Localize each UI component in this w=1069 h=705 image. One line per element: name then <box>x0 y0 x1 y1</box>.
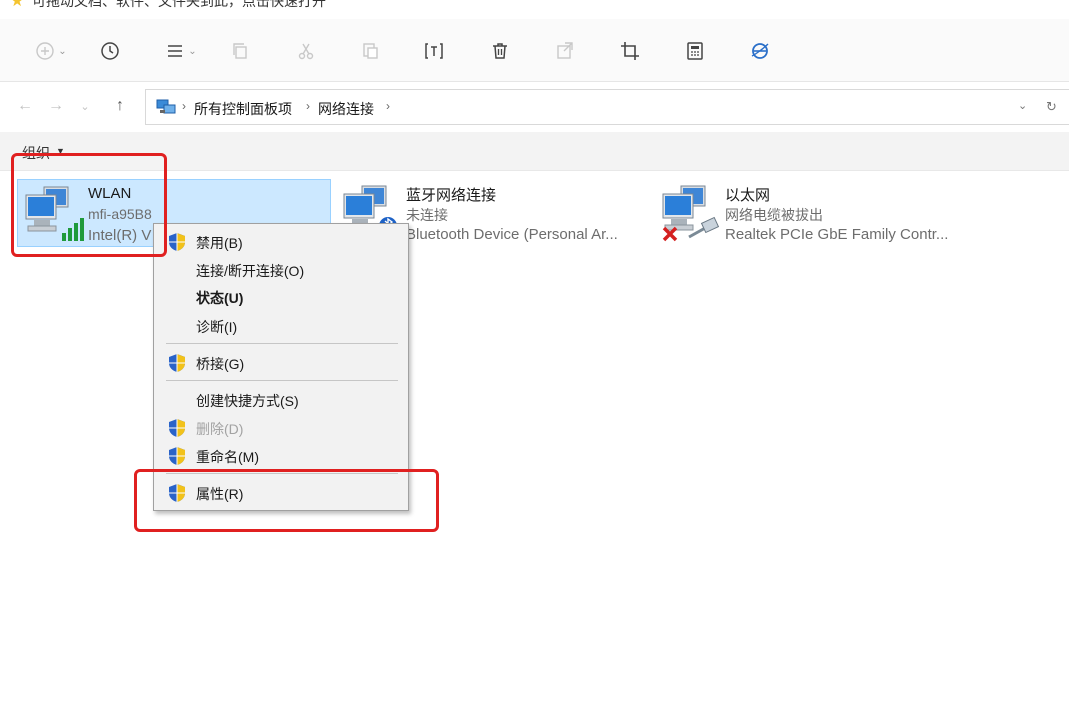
forward-icon[interactable]: → <box>45 95 67 117</box>
add-icon[interactable]: ⌄ <box>30 35 72 67</box>
breadcrumb-separator: › <box>386 99 390 113</box>
copy-icon[interactable] <box>224 35 256 67</box>
context-menu: 禁用(B) 连接/断开连接(O) 状态(U) 诊断(I) 桥接(G) 创建快捷方… <box>153 223 409 511</box>
quick-open-hint: ★ 可拖动文档、软件、文件夹到此，点击快速打开 <box>0 0 1069 18</box>
up-icon[interactable]: ↑ <box>109 95 131 117</box>
connection-item-ethernet[interactable]: 以太网 网络电缆被拔出 Realtek PCIe GbE Family Cont… <box>655 179 975 247</box>
uac-shield-icon <box>169 419 185 437</box>
menu-item-label: 状态(U) <box>196 290 244 306</box>
menu-item-label: 重命名(M) <box>196 449 259 465</box>
view-list-icon[interactable]: ⌄ <box>160 35 202 67</box>
recent-dropdown-icon[interactable]: ⌄ <box>74 95 96 117</box>
address-row: ← → ⌄ ↑ › 所有控制面板项 › 网络连接 › ⌄ ↻ <box>0 82 1069 132</box>
breadcrumb-item-network[interactable]: 网络连接 <box>318 99 374 119</box>
connection-status: 未连接 <box>406 207 448 223</box>
toolbar: ⌄ ⌄ <box>0 19 1069 82</box>
menu-item-label: 桥接(G) <box>196 356 245 372</box>
menu-item-status[interactable]: 状态(U) <box>156 284 406 310</box>
menu-item-bridge[interactable]: 桥接(G) <box>156 350 406 376</box>
menu-item-label: 删除(D) <box>196 421 244 437</box>
menu-separator <box>166 343 398 344</box>
menu-item-disable[interactable]: 禁用(B) <box>156 229 406 255</box>
address-bar[interactable]: › 所有控制面板项 › 网络连接 › ⌄ ↻ <box>145 89 1069 125</box>
connection-device: Bluetooth Device (Personal Ar... <box>406 226 618 243</box>
star-icon: ★ <box>10 0 25 10</box>
cut-icon[interactable] <box>290 35 322 67</box>
quick-open-hint-text: 可拖动文档、软件、文件夹到此，点击快速打开 <box>32 0 326 9</box>
control-panel-icon <box>156 99 176 114</box>
menu-item-label: 禁用(B) <box>196 235 243 251</box>
uac-shield-icon <box>169 447 185 465</box>
menu-item-label: 连接/断开连接(O) <box>196 263 305 279</box>
annotation-box-properties <box>134 469 439 532</box>
ethernet-adapter-icon <box>662 185 720 242</box>
rename-icon[interactable] <box>418 35 450 67</box>
connection-status: 网络电缆被拔出 <box>725 207 823 223</box>
uac-shield-icon <box>169 354 185 372</box>
crop-icon[interactable] <box>614 35 646 67</box>
menu-separator <box>166 380 398 381</box>
menu-item-label: 诊断(I) <box>196 319 238 335</box>
uac-shield-icon <box>169 233 185 251</box>
annotation-box-wlan <box>11 153 167 257</box>
menu-item-create-shortcut[interactable]: 创建快捷方式(S) <box>156 387 406 413</box>
history-icon[interactable] <box>94 35 126 67</box>
menu-item-delete[interactable]: 删除(D) <box>156 415 406 441</box>
share-icon[interactable] <box>549 35 581 67</box>
breadcrumb-separator: › <box>182 99 186 113</box>
connection-device: Realtek PCIe GbE Family Contr... <box>725 226 949 243</box>
address-dropdown-icon[interactable]: ⌄ <box>1018 99 1027 112</box>
paste-icon[interactable] <box>354 35 386 67</box>
back-icon[interactable]: ← <box>14 95 36 117</box>
breadcrumb-separator: › <box>306 99 310 113</box>
connection-name: 以太网 <box>725 187 771 204</box>
menu-item-rename[interactable]: 重命名(M) <box>156 443 406 469</box>
breadcrumb-item-control-panel[interactable]: 所有控制面板项 <box>194 99 292 119</box>
menu-item-connect-disconnect[interactable]: 连接/断开连接(O) <box>156 257 406 283</box>
browser-icon[interactable] <box>744 35 776 67</box>
refresh-icon[interactable]: ↻ <box>1046 99 1057 115</box>
delete-icon[interactable] <box>484 35 516 67</box>
menu-item-diagnose[interactable]: 诊断(I) <box>156 313 406 339</box>
menu-item-label: 创建快捷方式(S) <box>196 393 299 409</box>
calculator-icon[interactable] <box>679 35 711 67</box>
connection-name: 蓝牙网络连接 <box>406 187 497 204</box>
